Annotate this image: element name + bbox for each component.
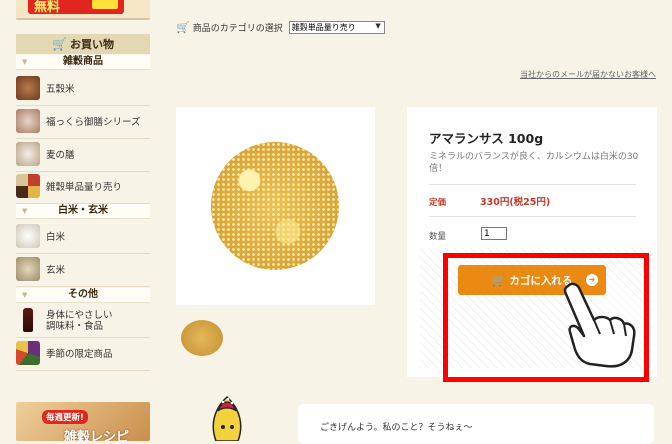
amaranth-grain-photo	[211, 142, 339, 270]
sidebar-item-label: 麦の膳	[46, 149, 75, 161]
logo-text: 無料	[34, 0, 61, 15]
product-thumbnail-small[interactable]	[181, 320, 223, 356]
category-title: 白米・玄米	[58, 205, 108, 216]
sidebar-item-seasonings[interactable]: 身体にやさしい 調味料・食品	[16, 305, 150, 338]
quantity-input[interactable]	[481, 227, 507, 240]
category-title: 雑穀商品	[63, 56, 103, 67]
sidebar-item-label: 雑穀単品量り売り	[46, 181, 123, 193]
triangle-down-icon: ▼	[22, 291, 28, 299]
category-header-rice: ▼ 白米・玄米	[16, 204, 150, 219]
cart-icon: 🛒	[52, 37, 67, 51]
sidebar-item-mugi-no-zen[interactable]: 麦の膳	[16, 139, 150, 172]
site-logo[interactable]: 無料	[16, 0, 150, 20]
category-header-grains: ▼ 雑穀商品	[16, 55, 150, 70]
bottle-thumbnail	[23, 308, 33, 332]
sidebar-item-label: 玄米	[46, 264, 66, 276]
product-thumbnail	[16, 109, 40, 133]
category-selector-label: 商品のカテゴリの選択	[192, 23, 283, 34]
category-title: その他	[68, 289, 98, 300]
triangle-down-icon: ▼	[22, 58, 28, 66]
product-thumbnail	[16, 76, 40, 100]
mail-help-link[interactable]: 当社からのメールが届かないお客様へ	[520, 69, 656, 80]
sidebar-item-bulk-grains[interactable]: 雑穀単品量り売り	[16, 171, 150, 204]
divider	[429, 184, 636, 185]
truck-icon	[92, 0, 118, 9]
sidebar-heading-label: お買い物	[69, 38, 114, 51]
quantity-label: 数量	[429, 232, 447, 242]
sidebar-heading: 🛒 お買い物	[16, 34, 150, 54]
sidebar-item-genmai[interactable]: 玄米	[16, 254, 150, 287]
product-thumbnail	[16, 257, 40, 281]
cart-icon: 🛒	[491, 273, 506, 287]
product-thumbnail	[16, 142, 40, 166]
product-thumbnail	[16, 224, 40, 248]
sidebar-item-label: 身体にやさしい 調味料・食品	[46, 310, 113, 332]
mascot-speech-text: ごきげんよう。私のこと？そうねぇ〜	[320, 423, 473, 433]
product-thumbnail	[16, 174, 40, 198]
recipe-promo-banner[interactable]: 毎週更新! 雑穀レシピ	[16, 402, 150, 441]
mascot-character	[212, 395, 242, 441]
sidebar-item-seasonal[interactable]: 季節の限定商品	[16, 338, 150, 371]
triangle-down-icon: ▼	[22, 207, 28, 215]
product-title: アマランサス 100g	[429, 131, 544, 146]
promo-badge: 毎週更新!	[42, 410, 88, 424]
price-label: 定価	[429, 198, 447, 208]
pointing-hand-icon	[563, 282, 636, 368]
logo-badge: 無料	[28, 0, 124, 15]
sidebar-item-hakumai[interactable]: 白米	[16, 221, 150, 254]
price-value: 330円(税25円)	[480, 197, 551, 208]
category-select[interactable]: 雑穀単品量り売り	[288, 20, 385, 34]
sidebar-item-label: 白米	[46, 231, 66, 243]
sidebar-item-label: 五穀米	[46, 83, 75, 95]
promo-text: 雑穀レシピ	[64, 430, 130, 441]
product-thumbnail	[16, 341, 40, 365]
sidebar-item-label: 季節の限定商品	[46, 348, 113, 360]
sidebar-item-label: 福っくら御膳シリーズ	[46, 116, 141, 128]
product-image	[176, 107, 375, 305]
category-selector: 🛒 商品のカテゴリの選択 雑穀単品量り売り ▼	[176, 20, 385, 34]
category-header-other: ▼ その他	[16, 288, 150, 303]
sidebar-item-fukkura-gozen[interactable]: 福っくら御膳シリーズ	[16, 106, 150, 139]
product-description: ミネラルのバランスが良く、カルシウムは白米の30倍！	[429, 152, 639, 174]
divider	[429, 216, 636, 217]
sidebar-item-gokokumai[interactable]: 五穀米	[16, 73, 150, 106]
cart-icon: 🛒	[176, 20, 190, 34]
